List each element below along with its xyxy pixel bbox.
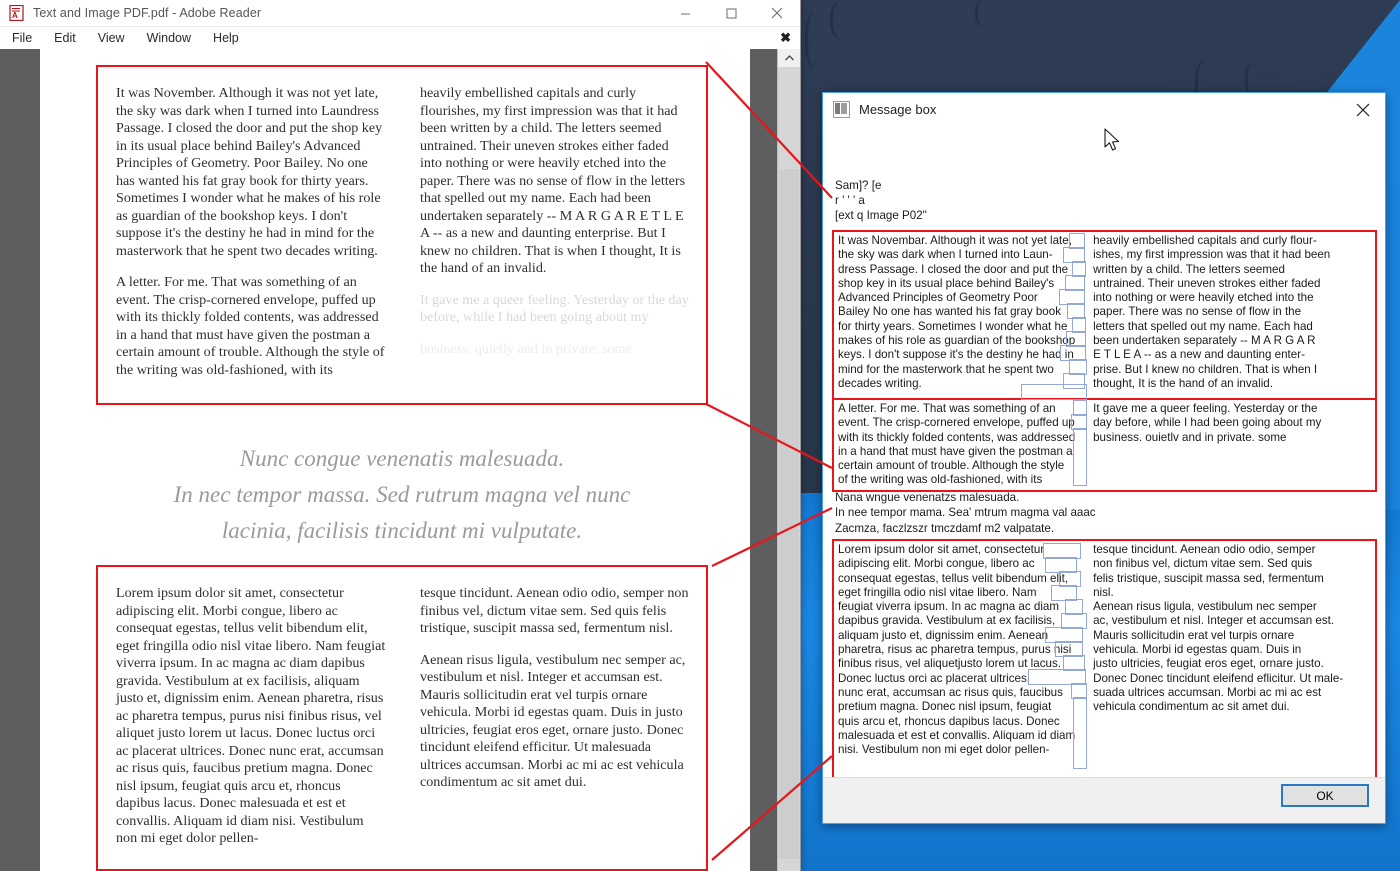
ocr-text: tesque tincidunt. Aenean odio odio, semp… [1093,543,1344,714]
window-title: Text and Image PDF.pdf - Adobe Reader [33,6,262,20]
ocr-text: heavily embellished capitals and curly f… [1093,234,1331,390]
pdf-paragraph: Lorem ipsum dolor sit amet, consectetur … [116,585,386,846]
ocr-text: It was Novembar. Although it was not yet… [838,234,1076,390]
maximize-button[interactable] [708,0,754,26]
image-icon [833,101,850,118]
pdf-block1-left-column: It was November. Although it was not yet… [98,67,402,403]
wallpaper-texture-3 [975,0,996,26]
pdf-paragraph: heavily embellished capitals and curly f… [420,85,686,276]
ocr-text: It gave me a queer feeling. Yesterday or… [1093,402,1322,444]
pdf-paragraph: Aenean risus ligula, vestibulum nec semp… [420,651,686,791]
pdf-viewer: It was November. Although it was not yet… [0,49,800,871]
pdf-italic-heading: Nunc congue venenatis malesuada. In nec … [96,441,708,549]
ocr-region-2-left: Lorem ipsum dolor sit amet, consectetur … [834,541,1089,777]
pdf-paragraph-faded: It gave me a queer feeling. Yesterday or… [420,291,689,326]
ocr-region-1b: A letter. For me. That was something of … [832,400,1377,492]
menu-file[interactable]: File [12,31,32,45]
close-button[interactable] [754,0,800,26]
pdf-paragraph: tesque tincidunt. Aenean odio odio, semp… [420,585,689,636]
ocr-middle-garbled-text: Nana wngue venenatzs malesuada. In nee t… [835,491,1096,535]
pdf-highlight-block-2: Lorem ipsum dolor sit amet, consectetur … [96,565,708,871]
window-controls [662,0,800,26]
screen: A Text and Image PDF.pdf - Adobe Reader … [0,0,1400,871]
dialog-titlebar[interactable]: Message box [823,93,1385,126]
dialog-body: Sam]? [e r ' ' ' a [ext q Image P02" It … [823,126,1385,777]
scrollbar-thumb[interactable] [779,169,799,859]
svg-text:A: A [12,11,18,20]
close-icon[interactable] [1341,93,1385,126]
ocr-region-1: It was Novembar. Although it was not yet… [832,230,1377,400]
window-titlebar[interactable]: A Text and Image PDF.pdf - Adobe Reader [0,0,800,26]
ocr-header-text: Sam]? [e r ' ' ' a [ext q Image P02" [835,179,927,222]
minimize-button[interactable] [662,0,708,26]
pdf-page: It was November. Although it was not yet… [40,49,750,871]
ocr-region-2: Lorem ipsum dolor sit amet, consectetur … [832,539,1377,777]
dialog-footer: OK [823,777,1385,823]
ocr-region-1-left: It was Novembar. Although it was not yet… [834,232,1089,398]
ocr-text: A letter. For me. That was something of … [838,402,1076,487]
pdf-highlight-block-1: It was November. Although it was not yet… [96,65,708,405]
ocr-text: Lorem ipsum dolor sit amet, consectetur … [838,543,1076,757]
menu-view[interactable]: View [98,31,125,45]
mouse-cursor [1104,128,1120,151]
ocr-region-2-right: tesque tincidunt. Aenean odio odio, semp… [1089,541,1375,777]
wallpaper-texture-2 [830,0,863,40]
pdf-paragraph: It was November. Although it was not yet… [116,85,383,259]
menu-edit[interactable]: Edit [54,31,76,45]
pdf-paragraph: A letter. For me. That was something of … [116,274,385,378]
dialog-title: Message box [859,102,937,117]
pdf-heading-line-2: In nec tempor massa. Sed rutrum magna ve… [173,482,631,507]
ocr-region-1b-right: It gave me a queer feeling. Yesterday or… [1089,400,1375,490]
scroll-up-arrow-icon[interactable] [778,49,800,67]
menu-bar: File Edit View Window Help ✖ [0,26,800,50]
pdf-icon: A [9,5,25,21]
pdf-block2-left-column: Lorem ipsum dolor sit amet, consectetur … [98,567,402,869]
pdf-paragraph-faded-2: business, quietly and in private, some [420,340,632,357]
menu-window[interactable]: Window [147,31,191,45]
message-box-dialog: Message box Sam]? [e r ' ' ' a [ext q Im… [822,92,1386,824]
pdf-block2-right-column: tesque tincidunt. Aenean odio odio, semp… [402,567,706,869]
ocr-region-1b-left: A letter. For me. That was something of … [834,400,1089,490]
menubar-close-icon[interactable]: ✖ [780,29,791,47]
pdf-heading-line-1: Nunc congue venenatis malesuada. [239,446,565,471]
pdf-heading-line-3: lacinia, facilisis tincidunt mi vulputat… [221,518,583,543]
menu-help[interactable]: Help [213,31,239,45]
pdf-vertical-scrollbar[interactable] [777,49,800,871]
ok-button[interactable]: OK [1281,784,1369,807]
ocr-region-1-right: heavily embellished capitals and curly f… [1089,232,1375,398]
adobe-reader-window: A Text and Image PDF.pdf - Adobe Reader … [0,0,801,871]
pdf-block1-right-column: heavily embellished capitals and curly f… [402,67,706,403]
